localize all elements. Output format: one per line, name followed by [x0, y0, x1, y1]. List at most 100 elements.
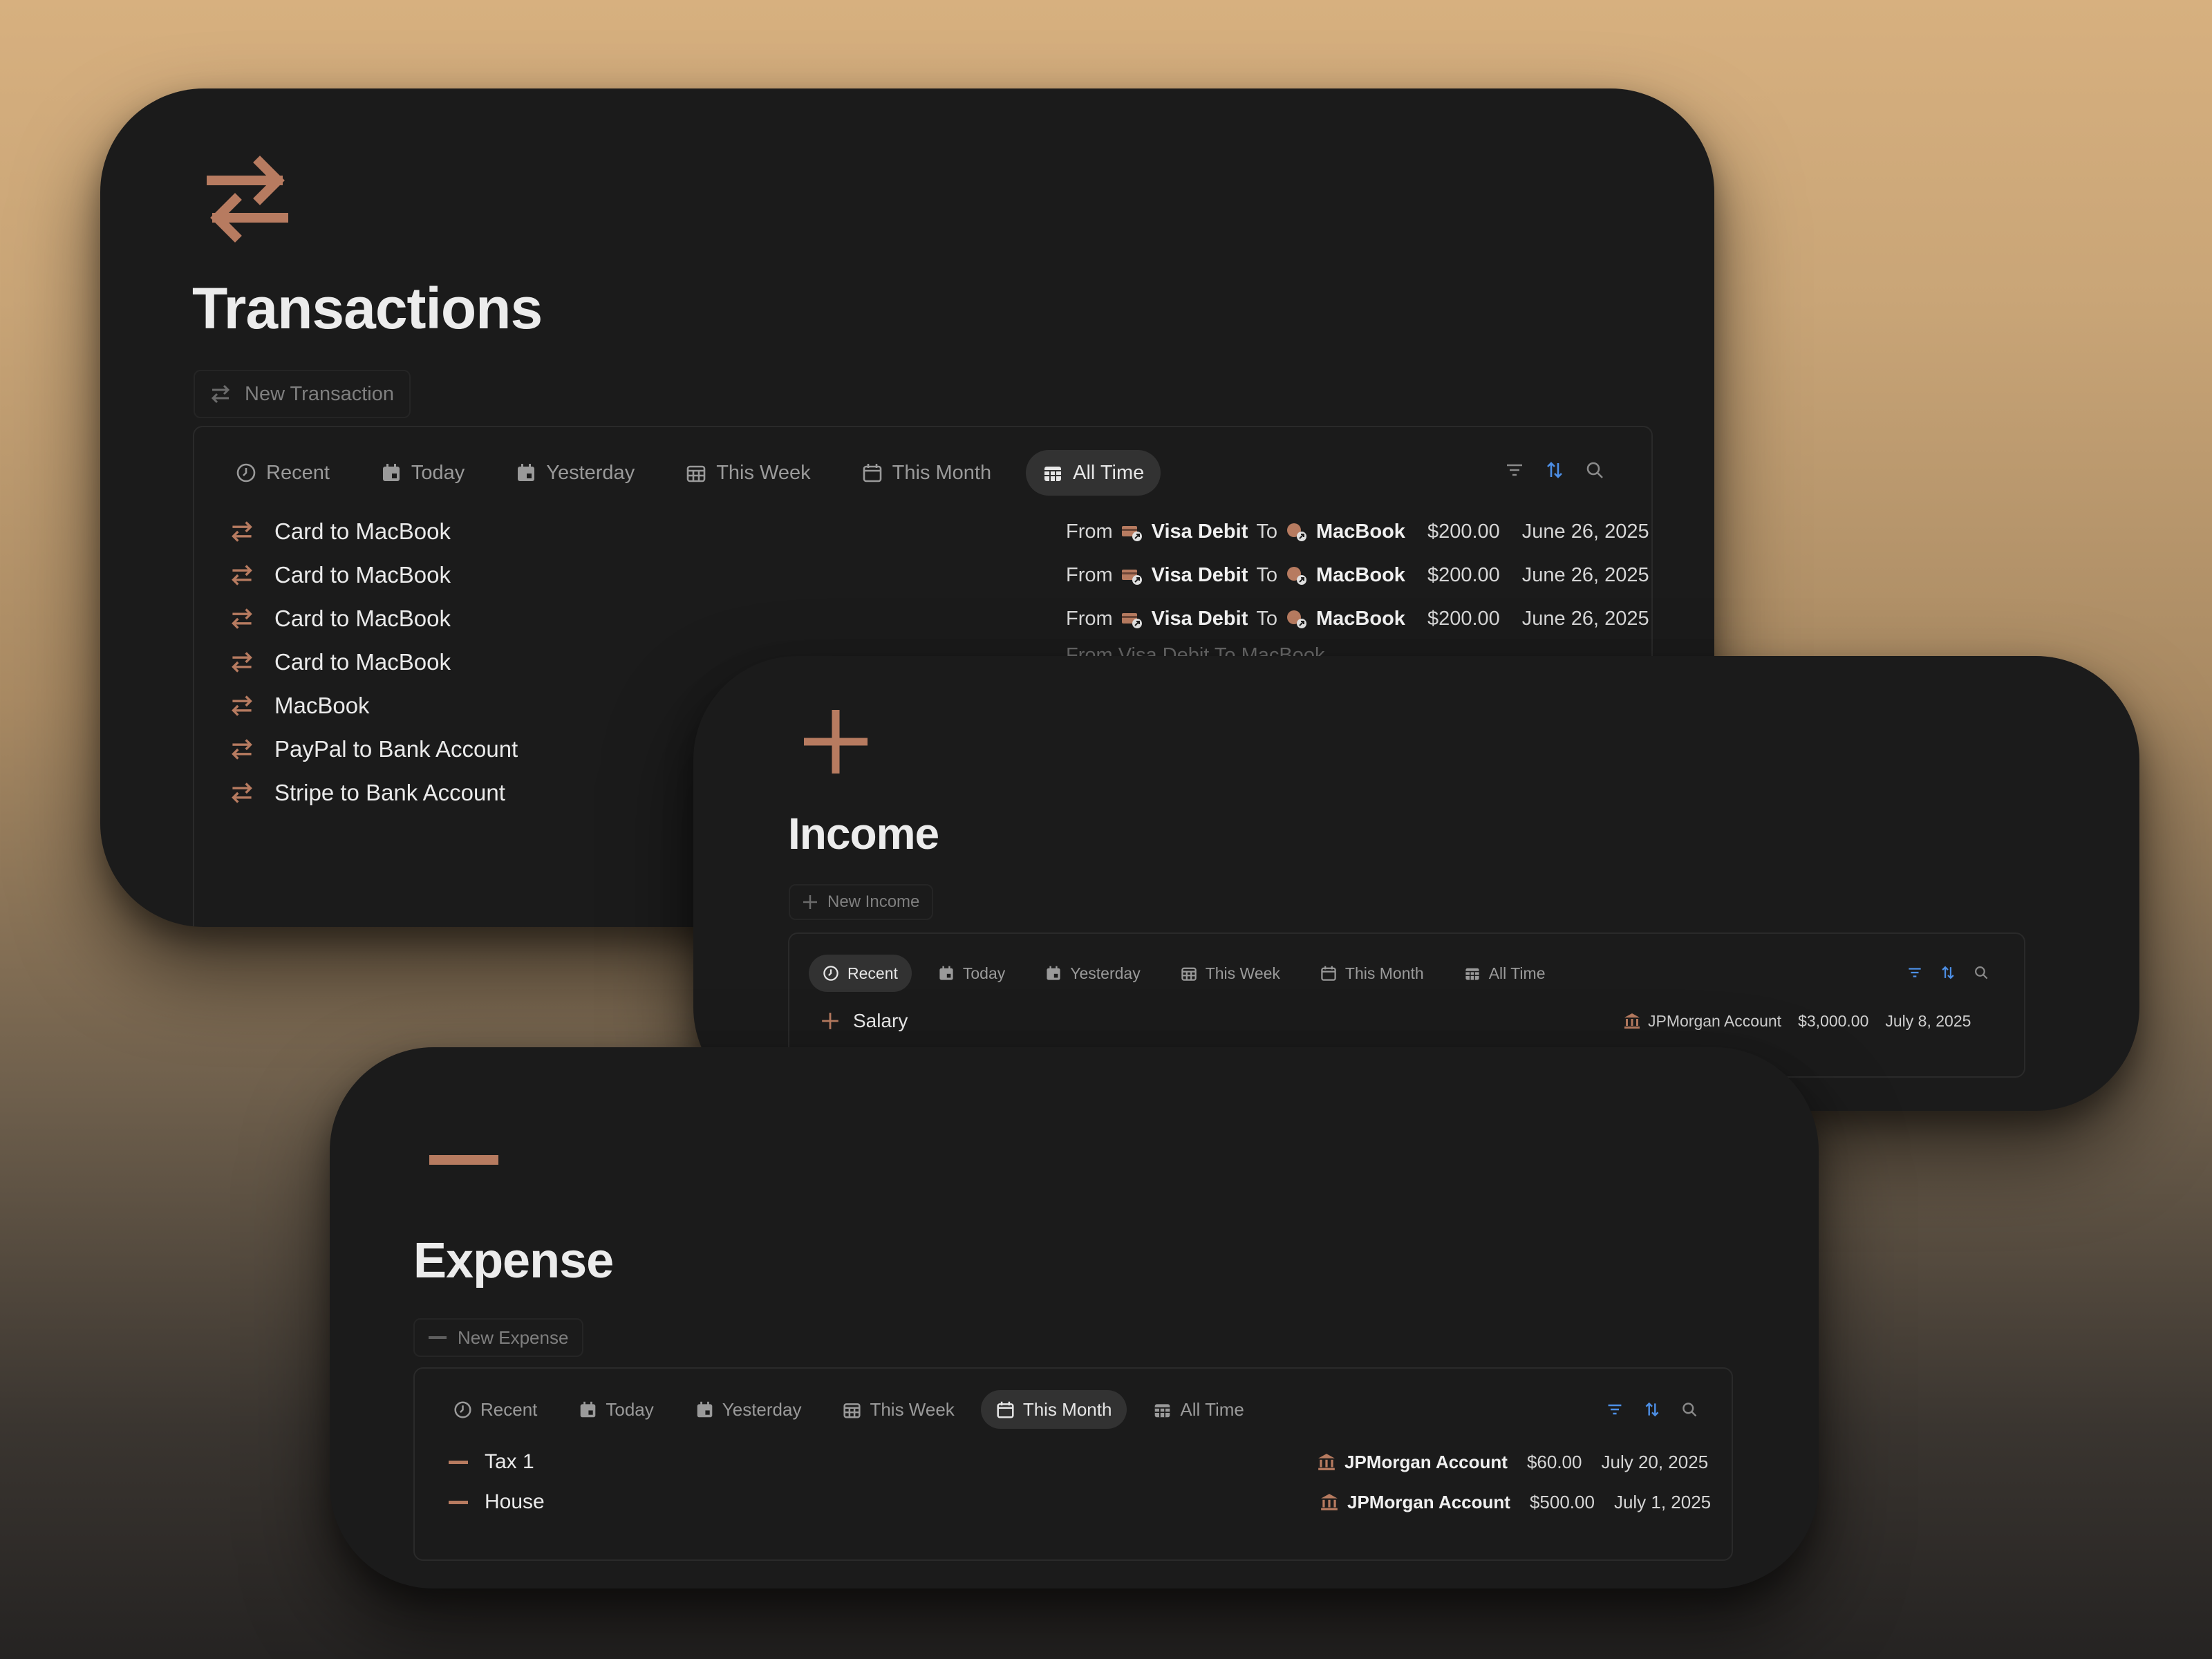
row-title: MacBook	[274, 693, 370, 718]
new-expense-label: New Expense	[458, 1327, 569, 1348]
row-properties: From Visa Debit To MacBook $200.00 June …	[1066, 607, 1649, 630]
bank-icon	[1317, 1452, 1336, 1472]
row-properties: JPMorgan Account $60.00 July 20, 2025	[1317, 1447, 1708, 1477]
plus-icon	[803, 709, 869, 775]
new-income-label: New Income	[827, 892, 920, 911]
row-title: PayPal to Bank Account	[274, 736, 518, 762]
tab-all-time[interactable]: All Time	[1026, 450, 1161, 496]
view-tools	[1907, 965, 1989, 980]
tab-yesterday[interactable]: Yesterday	[499, 450, 651, 496]
arrows-exchange-icon	[230, 520, 254, 543]
piggy-bank-icon	[1286, 521, 1308, 542]
calendar-icon	[1320, 965, 1337, 982]
tab-all-time[interactable]: All Time	[1138, 1390, 1259, 1429]
search-icon[interactable]	[1681, 1401, 1698, 1418]
new-transaction-label: New Transaction	[245, 382, 394, 405]
view-tabs: Recent Today Yesterday This Week This Mo…	[809, 955, 1559, 992]
calendar-icon	[862, 462, 883, 483]
page-title: Transactions	[192, 276, 543, 341]
calendar-day-icon	[695, 1400, 714, 1419]
tab-recent[interactable]: Recent	[809, 955, 912, 992]
new-expense-button[interactable]: New Expense	[413, 1318, 584, 1357]
tab-this-week[interactable]: This Week	[669, 450, 827, 496]
sort-icon[interactable]	[1644, 1401, 1660, 1418]
tab-today[interactable]: Today	[364, 450, 481, 496]
list-item[interactable]: Salary	[821, 1007, 908, 1035]
search-icon[interactable]	[1974, 965, 1989, 980]
clock-icon	[453, 1400, 472, 1419]
row-properties: From Visa Debit To MacBook $200.00 June …	[1066, 563, 1649, 586]
calendar-day-icon	[938, 965, 955, 982]
page-title: Income	[788, 809, 939, 859]
row-title: Stripe to Bank Account	[274, 780, 505, 805]
filter-icon[interactable]	[1505, 460, 1524, 480]
calendar-grid-icon	[1464, 965, 1481, 982]
bank-icon	[1623, 1012, 1641, 1030]
minus-icon	[429, 1155, 498, 1165]
income-page-card: Income New Income Recent Today Yesterday…	[693, 656, 2139, 1111]
calendar-week-icon	[686, 462, 706, 483]
tab-today[interactable]: Today	[924, 955, 1019, 992]
bank-icon	[1320, 1492, 1339, 1512]
sort-icon[interactable]	[1940, 965, 1956, 980]
view-tabs: Recent Today Yesterday This Week This Mo…	[219, 450, 1161, 496]
minus-icon	[449, 1460, 468, 1464]
calendar-week-icon	[1181, 965, 1197, 982]
list-item[interactable]: MacBook	[230, 691, 370, 721]
arrows-exchange-icon	[230, 650, 254, 674]
row-title: Card to MacBook	[274, 518, 451, 544]
expense-page-card: Expense New Expense Recent Today Yesterd…	[330, 1047, 1819, 1588]
tab-this-month[interactable]: This Month	[980, 1390, 1127, 1429]
calendar-icon	[996, 1400, 1015, 1419]
list-item[interactable]: PayPal to Bank Account	[230, 734, 518, 765]
filter-icon[interactable]	[1606, 1401, 1623, 1418]
row-properties: JPMorgan Account $3,000.00 July 8, 2025	[1623, 1007, 1971, 1035]
view-tools	[1505, 460, 1604, 480]
calendar-day-icon	[1045, 965, 1062, 982]
new-transaction-button[interactable]: New Transaction	[194, 370, 411, 418]
list-item[interactable]: Card to MacBook	[230, 603, 451, 634]
view-tabs: Recent Today Yesterday This Week This Mo…	[438, 1390, 1259, 1429]
minus-icon	[429, 1336, 447, 1339]
piggy-bank-icon	[1286, 565, 1308, 585]
list-item[interactable]: Stripe to Bank Account	[230, 778, 505, 808]
tab-recent[interactable]: Recent	[219, 450, 346, 496]
list-item[interactable]: Card to MacBook	[230, 516, 451, 547]
tab-today[interactable]: Today	[563, 1390, 668, 1429]
row-properties: From Visa Debit To MacBook $200.00 June …	[1066, 520, 1649, 543]
tab-this-week[interactable]: This Week	[1167, 955, 1294, 992]
plus-icon	[803, 894, 818, 910]
list-item[interactable]: Card to MacBook	[230, 560, 451, 590]
calendar-grid-icon	[1042, 462, 1063, 483]
card-icon	[1121, 521, 1143, 542]
list-item[interactable]: House	[449, 1487, 545, 1517]
card-icon	[1121, 565, 1143, 585]
tab-recent[interactable]: Recent	[438, 1390, 552, 1429]
tab-this-week[interactable]: This Week	[827, 1390, 969, 1429]
arrows-exchange-icon	[230, 694, 254, 718]
row-title: House	[485, 1490, 545, 1513]
calendar-day-icon	[381, 462, 402, 483]
filter-icon[interactable]	[1907, 965, 1922, 980]
row-title: Card to MacBook	[274, 606, 451, 631]
arrows-exchange-icon	[230, 563, 254, 587]
list-item[interactable]: Tax 1	[449, 1447, 534, 1477]
tab-this-month[interactable]: This Month	[845, 450, 1008, 496]
arrows-exchange-icon	[230, 738, 254, 761]
calendar-day-icon	[516, 462, 536, 483]
sort-icon[interactable]	[1545, 460, 1564, 480]
row-title: Salary	[853, 1010, 908, 1031]
arrows-exchange-icon	[230, 781, 254, 805]
search-icon[interactable]	[1585, 460, 1604, 480]
tab-this-month[interactable]: This Month	[1306, 955, 1438, 992]
tab-yesterday[interactable]: Yesterday	[1031, 955, 1154, 992]
tab-all-time[interactable]: All Time	[1450, 955, 1559, 992]
row-title: Card to MacBook	[274, 649, 451, 675]
plus-icon	[821, 1012, 839, 1030]
calendar-day-icon	[579, 1400, 597, 1419]
calendar-grid-icon	[1153, 1400, 1172, 1419]
list-item[interactable]: Card to MacBook	[230, 647, 451, 677]
new-income-button[interactable]: New Income	[789, 884, 934, 920]
tab-yesterday[interactable]: Yesterday	[680, 1390, 817, 1429]
clock-icon	[236, 462, 256, 483]
